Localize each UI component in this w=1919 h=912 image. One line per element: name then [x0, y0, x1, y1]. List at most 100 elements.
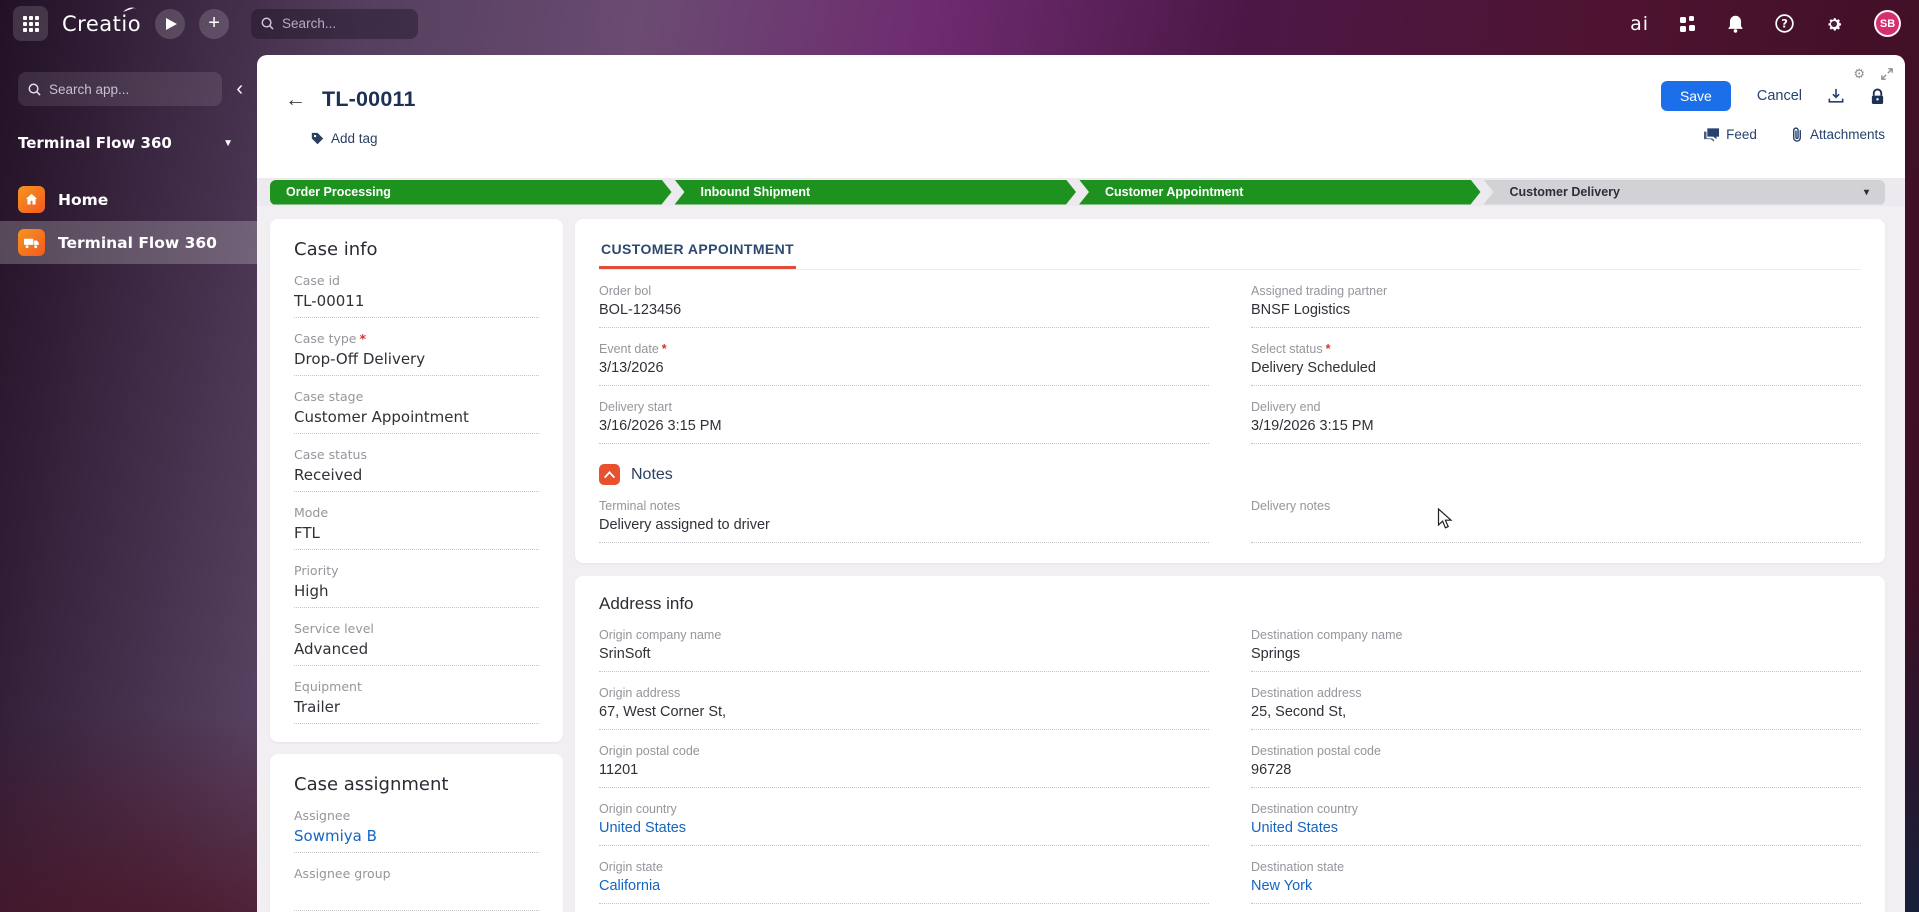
field-label: Destination address — [1251, 686, 1362, 700]
field-value[interactable]: Customer Appointment — [294, 408, 539, 427]
field-value[interactable] — [294, 885, 539, 904]
settings-gear-icon[interactable] — [1825, 15, 1843, 33]
field-value[interactable]: Delivery assigned to driver — [599, 517, 1209, 536]
field-value[interactable]: BNSF Logistics — [1251, 302, 1861, 321]
field-mode: Mode FTL — [294, 505, 539, 550]
field-select-status: Select status * Delivery Scheduled — [1251, 342, 1861, 386]
notes-section-title: Notes — [631, 465, 673, 483]
ai-assistant-icon[interactable]: ai — [1630, 13, 1649, 35]
stage-customer-appointment[interactable]: Customer Appointment — [1079, 180, 1481, 205]
field-label: Destination company name — [1251, 628, 1403, 642]
lock-icon[interactable] — [1870, 88, 1885, 105]
back-arrow-icon[interactable]: ← — [285, 88, 306, 112]
feed-button[interactable]: Feed — [1704, 127, 1757, 142]
stage-inbound-shipment[interactable]: Inbound Shipment — [675, 180, 1077, 205]
stage-customer-delivery[interactable]: Customer Delivery ▾ — [1483, 179, 1885, 205]
field-label: Order bol — [599, 284, 652, 298]
add-tag-button[interactable]: Add tag — [311, 131, 378, 146]
field-value[interactable]: 25, Second St, — [1251, 704, 1861, 723]
page-settings-gear-icon[interactable]: ⚙ — [1853, 67, 1865, 80]
app-grid-icon[interactable] — [13, 6, 48, 41]
field-value[interactable]: 3/16/2026 3:15 PM — [599, 418, 1209, 437]
field-value[interactable]: Advanced — [294, 640, 539, 659]
chevron-down-icon: ▾ — [1863, 186, 1869, 198]
field-value[interactable]: United States — [1251, 820, 1861, 839]
field-value[interactable] — [1251, 517, 1861, 536]
chevron-down-icon: ▼ — [223, 137, 233, 149]
user-avatar[interactable]: SB — [1874, 10, 1901, 37]
field-case-type: Case type * Drop-Off Delivery — [294, 331, 539, 376]
field-label: Terminal notes — [599, 499, 681, 513]
cancel-button[interactable]: Cancel — [1757, 88, 1802, 104]
help-icon[interactable]: ? — [1775, 14, 1794, 33]
field-value[interactable]: BOL-123456 — [599, 302, 1209, 321]
required-asterisk: * — [661, 342, 667, 356]
workspace-name: Terminal Flow 360 — [18, 134, 172, 152]
tab-customer-appointment[interactable]: CUSTOMER APPOINTMENT — [599, 233, 797, 269]
field-label: Priority — [294, 563, 339, 578]
field-label: Delivery start — [599, 400, 672, 414]
field-value[interactable]: 67, West Corner St, — [599, 704, 1209, 723]
field-value[interactable]: 96728 — [1251, 762, 1861, 781]
field-value[interactable]: Trailer — [294, 698, 539, 717]
record-page: ⚙ ← TL-00011 Add tag Save Cancel Feed At… — [257, 55, 1905, 912]
field-value[interactable]: Received — [294, 466, 539, 485]
field-value[interactable]: TL-00011 — [294, 292, 539, 311]
field-value[interactable]: Sowmiya B — [294, 827, 539, 846]
marketplace-icon[interactable] — [1680, 15, 1696, 32]
top-bar: Creatio + ai ? SB — [0, 0, 1919, 47]
sidebar-collapse-icon[interactable]: ‹ — [232, 79, 247, 99]
field-value[interactable]: SrinSoft — [599, 646, 1209, 665]
save-button[interactable]: Save — [1660, 81, 1731, 111]
attachments-button[interactable]: Attachments — [1791, 127, 1885, 142]
field-event-date: Event date * 3/13/2026 — [599, 342, 1209, 386]
top-bar-actions: ai ? SB — [1630, 10, 1901, 37]
stage-label: Inbound Shipment — [700, 185, 811, 199]
field-value[interactable]: High — [294, 582, 539, 601]
sidebar-item-terminal-flow-360[interactable]: Terminal Flow 360 — [0, 221, 257, 264]
field-destination-company-name: Destination company name Springs — [1251, 628, 1861, 672]
required-asterisk: * — [1325, 342, 1331, 356]
field-value[interactable]: 11201 — [599, 762, 1209, 781]
home-icon — [18, 186, 45, 213]
global-search[interactable] — [251, 8, 419, 39]
notes-collapse-icon[interactable] — [599, 464, 620, 485]
field-value[interactable]: Drop-Off Delivery — [294, 350, 539, 369]
field-service-level: Service level Advanced — [294, 621, 539, 666]
field-value[interactable]: FTL — [294, 524, 539, 543]
field-label: Mode — [294, 505, 329, 520]
expand-icon[interactable] — [1881, 67, 1893, 80]
case-info-panel: Case info Case id TL-00011 Case type * Drop-… — [270, 219, 563, 742]
field-value[interactable]: California — [599, 878, 1209, 897]
field-value[interactable]: United States — [599, 820, 1209, 839]
play-button[interactable] — [155, 8, 186, 39]
field-value[interactable]: 3/13/2026 — [599, 360, 1209, 379]
field-order-bol: Order bol BOL-123456 — [599, 284, 1209, 328]
app-search[interactable] — [18, 72, 223, 106]
field-label: Origin country — [599, 802, 677, 816]
field-value[interactable]: 3/19/2026 3:15 PM — [1251, 418, 1861, 437]
field-label: Origin address — [599, 686, 681, 700]
notifications-bell-icon[interactable] — [1727, 15, 1744, 33]
field-label: Case id — [294, 273, 340, 288]
field-label: Case status — [294, 447, 367, 462]
workspace-selector[interactable]: Terminal Flow 360 ▼ — [18, 134, 233, 152]
feed-label: Feed — [1726, 127, 1757, 142]
field-value[interactable]: Delivery Scheduled — [1251, 360, 1861, 379]
sidebar-item-home[interactable]: Home — [0, 178, 257, 221]
panel-title: Address info — [599, 594, 694, 613]
add-new-button[interactable]: + — [199, 8, 230, 39]
field-value[interactable]: Springs — [1251, 646, 1861, 665]
field-origin-country: Origin country United States — [599, 802, 1209, 846]
field-value[interactable]: New York — [1251, 878, 1861, 897]
attachments-label: Attachments — [1809, 127, 1885, 142]
export-download-icon[interactable] — [1828, 88, 1844, 104]
stage-label: Customer Appointment — [1105, 185, 1244, 199]
app-search-input[interactable] — [49, 81, 179, 97]
field-label: Equipment — [294, 679, 362, 694]
field-label: Origin company name — [599, 628, 722, 642]
global-search-input[interactable] — [282, 16, 403, 31]
field-assignee-group: Assignee group — [294, 866, 539, 911]
panel-title: Case assignment — [294, 774, 449, 795]
stage-order-processing[interactable]: Order Processing — [270, 180, 672, 205]
